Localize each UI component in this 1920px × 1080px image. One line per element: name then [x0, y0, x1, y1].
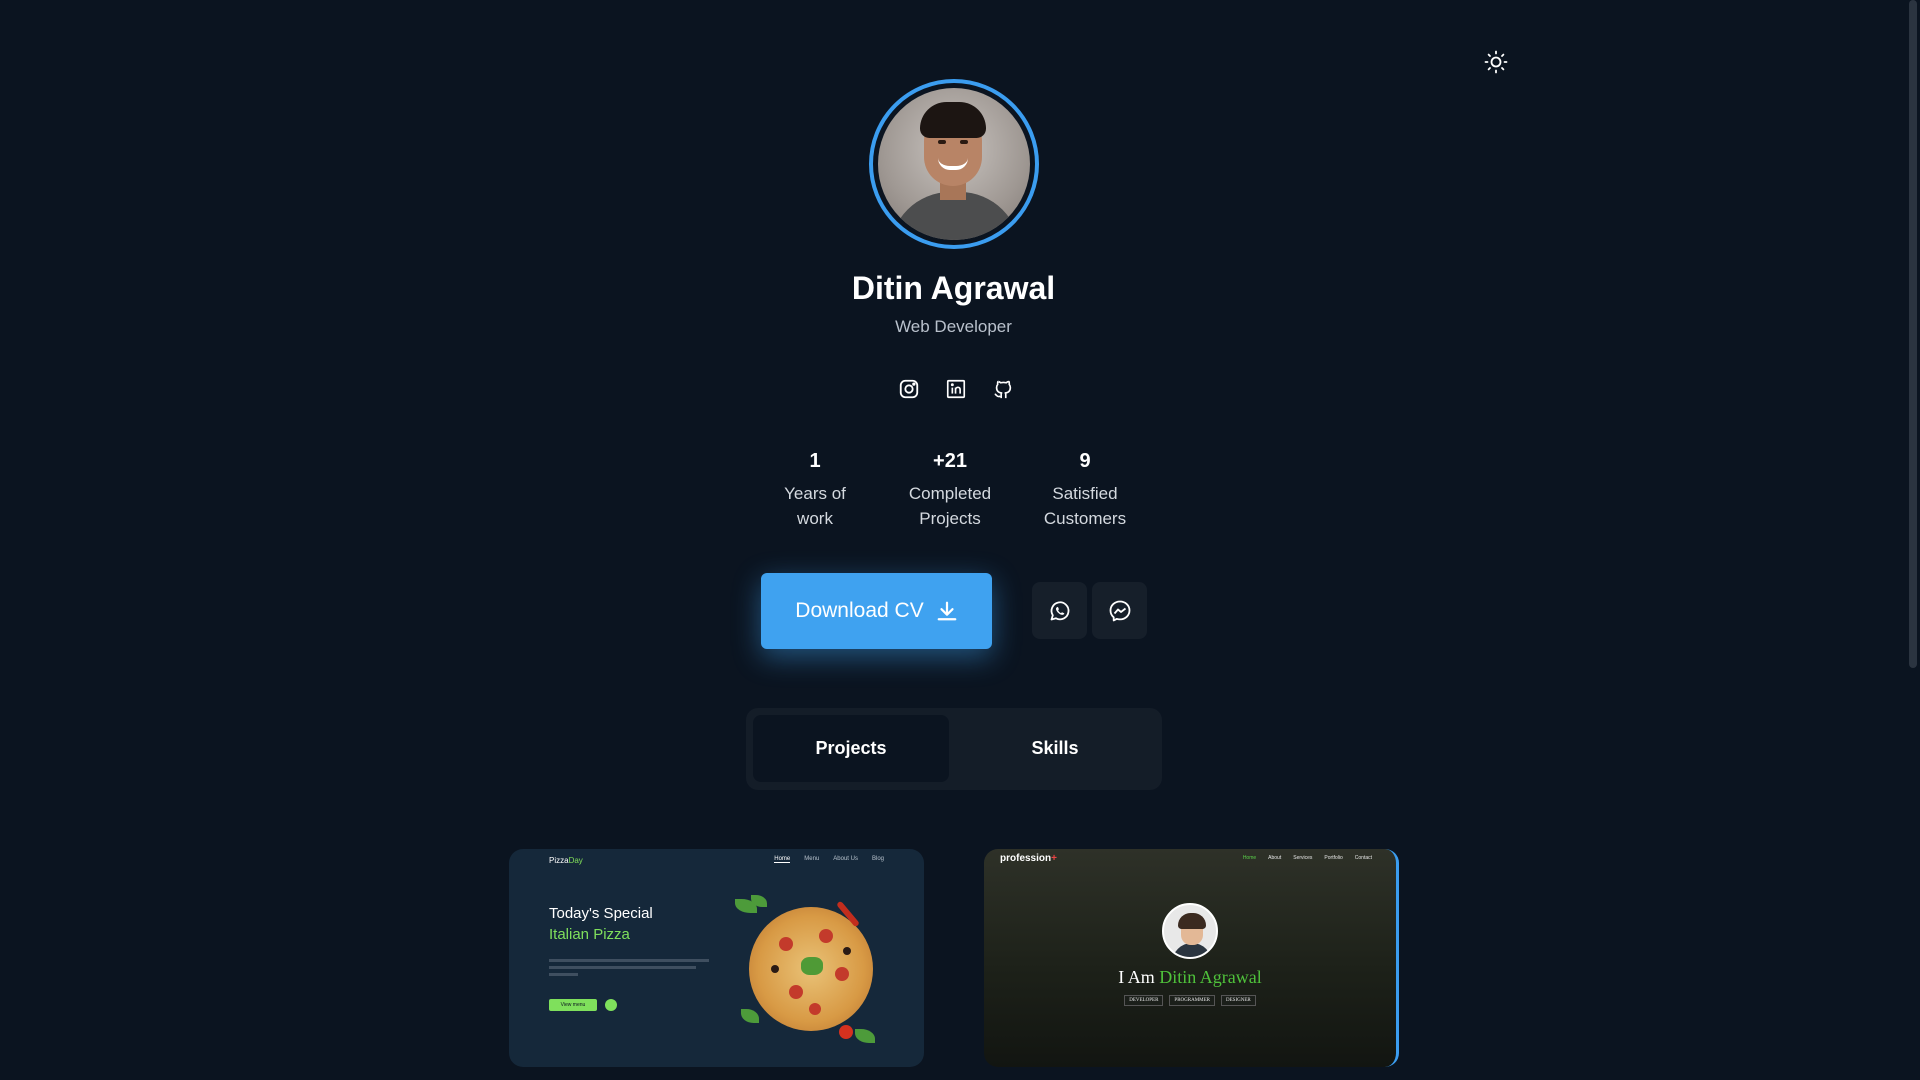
project-tags: DEVELOPER PROGRAMMER DESIGNER — [984, 995, 1396, 1006]
tab-projects[interactable]: Projects — [753, 715, 949, 782]
sun-icon — [1484, 50, 1508, 74]
scrollbar-thumb[interactable] — [1909, 0, 1917, 668]
play-icon — [605, 999, 617, 1011]
stat-value: 1 — [809, 450, 821, 472]
project-logo: PizzaDay — [549, 856, 583, 865]
avatar — [1162, 903, 1218, 959]
tabs-container: Projects Skills — [746, 708, 1162, 790]
project-logo: profession+ — [1000, 853, 1057, 864]
stat-value: +21 — [933, 450, 967, 472]
project-card-pizza[interactable]: PizzaDay Home Menu About Us Blog Today's… — [509, 849, 924, 1067]
project-title: I Am Ditin Agrawal — [1118, 967, 1262, 987]
github-link[interactable] — [990, 376, 1016, 402]
messenger-icon — [1109, 600, 1130, 621]
stat-value: 9 — [1079, 450, 1091, 472]
project-card-portfolio[interactable]: profession+ Home About Services Portfoli… — [984, 849, 1399, 1067]
project-title: Today's Special — [549, 905, 653, 922]
stat-label-line2: work — [797, 509, 833, 528]
stat-label-line2: Customers — [1043, 509, 1127, 528]
instagram-link[interactable] — [896, 376, 922, 402]
whatsapp-icon — [1050, 600, 1069, 620]
download-cv-button[interactable]: Download CV — [761, 573, 992, 649]
profile-name: Ditin Agrawal — [851, 270, 1056, 306]
project-view-menu-button: View menu — [549, 999, 597, 1011]
avatar — [878, 88, 1030, 240]
project-nav: Home About Services Portfolio Contact — [1242, 855, 1372, 861]
stat-years: 1 Years of work — [750, 450, 880, 531]
stat-projects: +21 Completed Projects — [885, 450, 1015, 531]
stats-section: 1 Years of work +21 Completed Projects 9… — [750, 450, 1150, 531]
linkedin-icon — [946, 379, 966, 399]
linkedin-link[interactable] — [943, 376, 969, 402]
whatsapp-button[interactable] — [1032, 582, 1087, 639]
stat-label-line1: Satisfied — [1052, 484, 1118, 503]
project-subtitle: Italian Pizza — [549, 926, 630, 943]
download-icon — [937, 601, 957, 621]
stat-label-line1: Years of — [784, 484, 846, 503]
download-cv-label: Download CV — [795, 599, 924, 622]
profile-role: Web Developer — [895, 317, 1012, 336]
profile-avatar-ring — [869, 79, 1039, 249]
stat-customers: 9 Satisfied Customers — [1020, 450, 1150, 531]
stat-label-line2: Projects — [919, 509, 981, 528]
messenger-button[interactable] — [1092, 582, 1147, 639]
project-nav: Home Menu About Us Blog — [774, 856, 884, 863]
social-links — [896, 376, 1016, 402]
github-icon — [994, 380, 1012, 399]
instagram-icon — [899, 379, 919, 399]
theme-toggle-button[interactable] — [1482, 48, 1510, 76]
project-placeholder-text — [549, 959, 709, 976]
scrollbar[interactable] — [1906, 0, 1920, 1080]
tab-skills[interactable]: Skills — [957, 715, 1153, 782]
stat-label-line1: Completed — [908, 484, 992, 503]
